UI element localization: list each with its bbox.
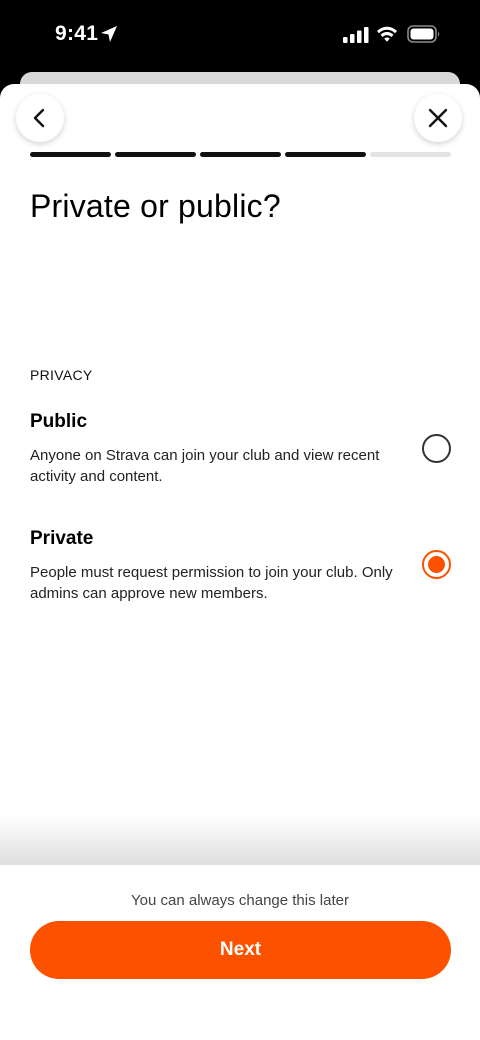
progress-segment xyxy=(30,152,111,157)
footer-shadow xyxy=(0,814,480,866)
location-arrow-icon xyxy=(101,26,117,42)
progress-segment xyxy=(200,152,281,157)
status-bar: 9:41 xyxy=(0,0,480,72)
footer-hint: You can always change this later xyxy=(131,892,349,909)
wifi-icon xyxy=(377,26,397,42)
chevron-left-icon xyxy=(33,108,45,128)
option-private[interactable]: Private People must request permission t… xyxy=(30,528,460,604)
cellular-signal-icon xyxy=(343,27,369,43)
step-progress-bar xyxy=(30,152,451,157)
progress-segment xyxy=(115,152,196,157)
page-title: Private or public? xyxy=(30,188,281,224)
radio-selected-dot xyxy=(428,556,445,573)
option-description: Anyone on Strava can join your club and … xyxy=(30,447,380,485)
battery-icon xyxy=(407,25,440,43)
next-button[interactable]: Next xyxy=(30,921,451,979)
option-public[interactable]: Public Anyone on Strava can join your cl… xyxy=(30,411,460,487)
option-title: Public xyxy=(30,411,88,432)
progress-segment xyxy=(370,152,451,157)
back-button[interactable] xyxy=(16,94,64,142)
public-radio-button[interactable] xyxy=(422,434,451,463)
close-icon xyxy=(428,108,448,128)
close-button[interactable] xyxy=(414,94,462,142)
status-time: 9:41 xyxy=(55,22,99,45)
footer: You can always change this later Next xyxy=(0,865,480,1040)
progress-segment xyxy=(285,152,366,157)
create-club-sheet: Private or public? PRIVACY Public Anyone… xyxy=(0,84,480,1040)
option-description: People must request permission to join y… xyxy=(30,564,393,602)
section-label: PRIVACY xyxy=(30,367,93,383)
private-radio-button[interactable] xyxy=(422,550,451,579)
option-title: Private xyxy=(30,528,94,549)
